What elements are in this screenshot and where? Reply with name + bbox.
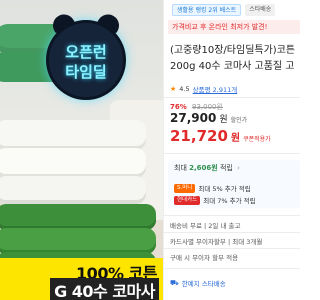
rewards-row-card: 현대카드 최대 7% 추가 적립	[174, 195, 256, 205]
ranking-badge[interactable]: 생활용 랭킹 2위 베스트	[172, 4, 242, 16]
coupon-price-row: 21,720 원 쿠폰적용가	[170, 127, 271, 145]
installment-note: 구매 시 무이자 할부 적용	[170, 254, 239, 262]
review-count-link[interactable]: 상품평 2,911개	[193, 84, 238, 94]
rating-row: ★ 4.5 상품평 2,911개	[170, 84, 237, 94]
coupon-price-unit: 원	[230, 133, 241, 144]
divider	[164, 153, 300, 154]
star-delivery-footer[interactable]: ⛟ 한예지 스타배송	[170, 278, 226, 289]
product-image[interactable]: 오픈런 타임딜 100% 코튼 G 40수 코마사	[0, 0, 163, 300]
rewards-box[interactable]: 최대 2,606원 적립 › S.머니 최대 5% 추가 적립 현대카드 최대 …	[168, 160, 300, 208]
tag-row: 생활용 랭킹 2위 베스트 스타배송	[172, 4, 276, 18]
product-title-line2: 200g 40수 코마사 고품질 고	[170, 61, 295, 72]
divider	[164, 215, 300, 216]
promo-banner: 100% 코튼 G 40수 코마사	[0, 258, 163, 300]
rewards-row-money: S.머니 최대 5% 추가 적립	[174, 183, 251, 193]
chevron-right-icon: ›	[237, 164, 240, 172]
lowest-price-alert: 가격비교 후 온라인 최저가 발견!	[168, 20, 300, 34]
sale-price-row: 27,900 원 할인가	[170, 111, 247, 125]
rewards-label: 최대	[174, 164, 187, 172]
towel-stack-item	[0, 228, 156, 254]
star-icon: ★	[170, 85, 177, 93]
sale-price: 27,900	[170, 111, 217, 125]
product-info-panel: 생활용 랭킹 2위 베스트 스타배송 가격비교 후 온라인 최저가 발견! (고…	[163, 0, 300, 300]
discount-percent: 76%	[170, 103, 187, 111]
coupon-price: 21,720	[170, 127, 228, 145]
product-title: (고중량10장/타임딜특가)코튼 200g 40수 코마사 고품질 고	[170, 43, 300, 75]
sale-price-unit: 원	[219, 115, 228, 125]
rating-score: 4.5	[179, 85, 190, 93]
divider	[164, 268, 300, 269]
towel-stack-item	[0, 148, 146, 178]
product-title-line1: (고중량10장/타임딜특가)코튼	[170, 45, 296, 56]
star-delivery-text: 한예지 스타배송	[181, 280, 226, 288]
rewards-row-text: 최대 7% 추가 적립	[203, 197, 256, 205]
coupon-price-label: 쿠폰적용가	[243, 136, 271, 143]
promo-line2: G 40수 코마사	[50, 278, 159, 300]
towel-stack-item	[0, 120, 146, 150]
divider	[164, 232, 300, 233]
installment-info: 카드사별 무이자할부 | 최대 3개월	[170, 238, 263, 246]
card-badge: 현대카드	[174, 195, 201, 205]
clock-text-line2: 타임딜	[65, 63, 107, 81]
towel-stack-item	[0, 204, 156, 230]
star-delivery-badge[interactable]: 스타배송	[245, 4, 276, 16]
clock-text-line1: 오픈런	[65, 43, 107, 61]
money-badge: S.머니	[174, 183, 196, 193]
divider	[164, 97, 300, 98]
divider	[164, 248, 300, 249]
towel-stack-item	[0, 176, 146, 204]
product-detail-page: 오픈런 타임딜 100% 코튼 G 40수 코마사 생활용 랭킹 2위 베스트 …	[0, 0, 300, 300]
delivery-info: 배송비 무료 | 2일 내 출고	[170, 222, 241, 230]
rewards-suffix: 적립	[219, 164, 233, 172]
truck-icon: ⛟	[170, 278, 179, 287]
rewards-amount: 2,606원	[189, 164, 218, 172]
rewards-row-text: 최대 5% 추가 적립	[198, 185, 251, 193]
sale-price-label: 할인가	[230, 117, 248, 124]
rewards-summary: 최대 2,606원 적립 ›	[174, 163, 240, 173]
alarm-clock-badge: 오픈런 타임딜	[46, 10, 126, 100]
original-price: 93,000원	[192, 103, 223, 111]
